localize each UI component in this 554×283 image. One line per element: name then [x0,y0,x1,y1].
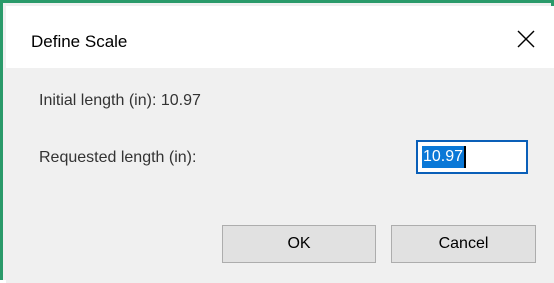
requested-length-input[interactable]: 10.97 [416,140,528,174]
close-button[interactable] [506,19,546,59]
requested-length-value: 10.97 [422,146,465,168]
define-scale-dialog: Define Scale Initial length (in): 10.97 … [0,0,554,283]
ok-button[interactable]: OK [222,225,376,263]
dialog-body: Initial length (in): 10.97 Requested len… [6,68,554,283]
cancel-button[interactable]: Cancel [391,225,536,263]
dialog-title: Define Scale [31,32,128,51]
dialog-titlebar: Define Scale [6,6,554,68]
initial-length-label: Initial length (in): 10.97 [39,92,201,109]
close-icon [517,30,535,48]
requested-length-label: Requested length (in): [39,149,197,166]
text-caret [464,146,467,168]
